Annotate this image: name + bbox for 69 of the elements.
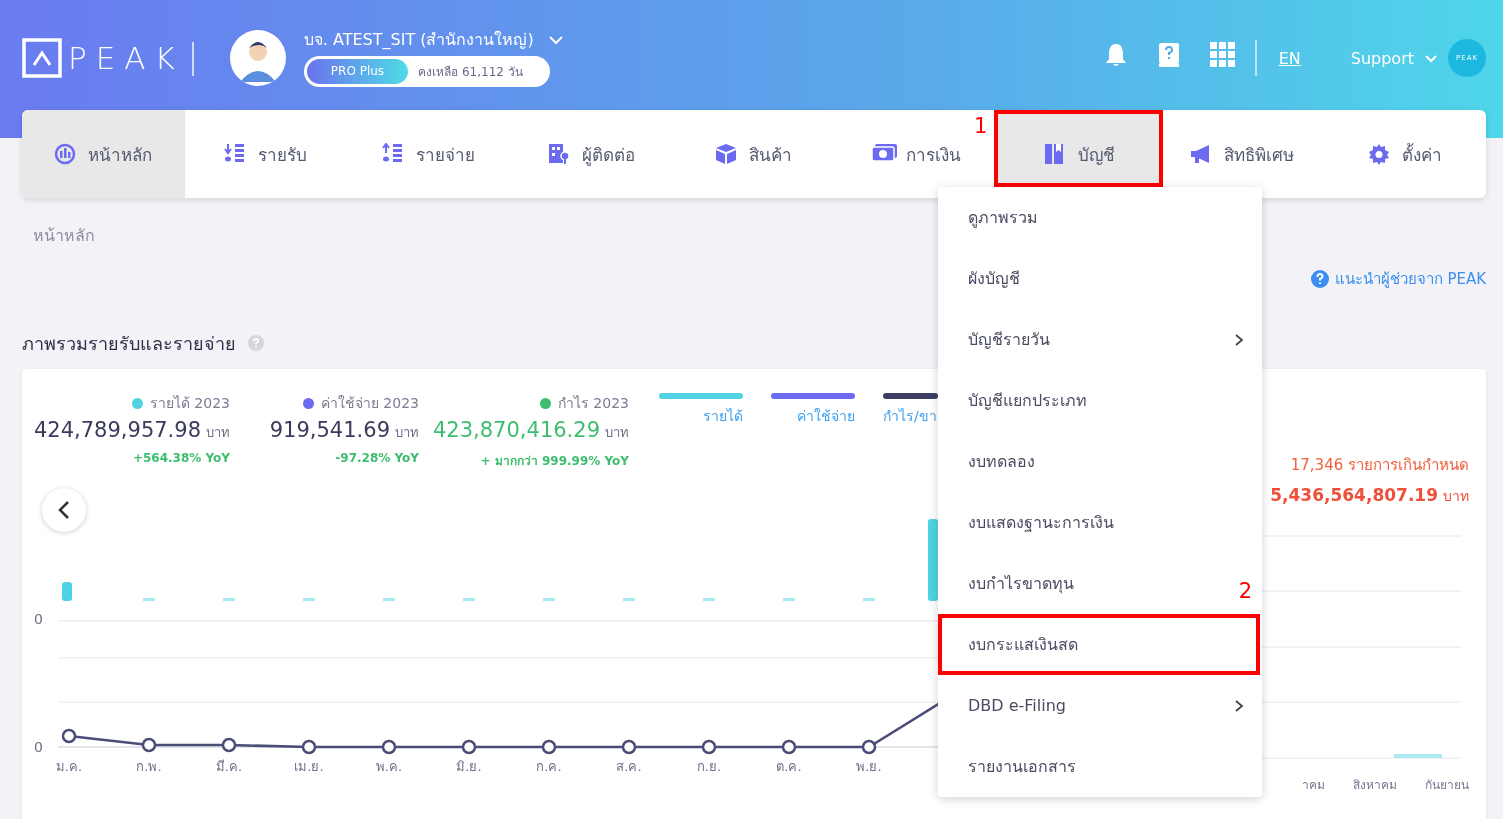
month-label: ก.ค. [536, 759, 562, 774]
annotation-number: 2 [1238, 579, 1252, 603]
yoy-change: + มากกว่า 999.99% YoY [480, 453, 629, 470]
yoy-change: -97.28% YoY [335, 451, 419, 465]
menu-item[interactable]: งบแสดงฐานะการเงิน [968, 510, 1114, 535]
info-icon [248, 335, 264, 351]
nav-tab[interactable]: รายรับ [184, 110, 348, 198]
month-label: ม.ค. [55, 759, 83, 774]
stat-label: ค่าใช้จ่าย 2023 [320, 394, 419, 413]
menu-item[interactable]: ผังบัญชี [968, 266, 1020, 291]
help-book-icon [1156, 42, 1181, 68]
menu-item[interactable]: บัญชีแยกประเภท [968, 388, 1087, 413]
chevron-right-icon [1234, 698, 1244, 713]
logo: PEAK [68, 39, 184, 78]
month-label: สิงหาคม [1353, 777, 1397, 794]
month-label: ก.ย. [696, 759, 722, 774]
chevron-down-icon [1424, 54, 1438, 63]
bell-icon [1103, 42, 1128, 68]
stat-label: กำไร 2023 [557, 394, 629, 413]
menu-item[interactable]: งบกำไรขาดทุน [968, 571, 1074, 596]
axis-label: 0 [34, 739, 43, 755]
currency-unit: บาท [605, 425, 629, 440]
plan-badge: PRO Plus [306, 59, 409, 84]
nav-tab[interactable]: ตั้งค่า [1323, 110, 1486, 198]
month-label: าคม [1302, 777, 1325, 794]
menu-item[interactable]: งบทดลอง [968, 449, 1035, 474]
menu-item[interactable]: DBD e-Filing [968, 696, 1244, 715]
nav-tab[interactable]: รายจ่าย [347, 110, 510, 198]
section-title: ภาพรวมรายรับและรายจ่าย [22, 331, 236, 356]
chevron-left-icon [57, 500, 71, 520]
menu-item[interactable]: รายงานเอกสาร [968, 754, 1076, 779]
month-label: ส.ค. [616, 759, 642, 774]
nav-tab[interactable]: หน้าหลัก [22, 110, 185, 198]
currency-unit: บาท [395, 425, 419, 440]
month-label: ต.ค. [776, 759, 802, 774]
chevron-down-icon [547, 35, 564, 45]
stat-amount: 424,789,957.98 [34, 418, 201, 442]
stat-amount: 919,541.69 [269, 418, 390, 442]
currency-unit: บาท [206, 425, 230, 440]
axis-label: 0 [34, 611, 43, 627]
support-label: Support [1350, 49, 1414, 68]
month-label: ก.พ. [136, 759, 162, 774]
bar [1394, 754, 1442, 758]
chevron-right-icon [1234, 332, 1244, 347]
stat-label: รายได้ 2023 [149, 394, 230, 413]
previous-button[interactable] [42, 488, 86, 532]
menu-item-label: DBD e-Filing [968, 696, 1066, 715]
yoy-change: +564.38% YoY [132, 451, 230, 465]
nav-tab[interactable]: ผู้ติดต่อ [510, 110, 673, 198]
stat-amount: 423,870,416.29 [433, 418, 600, 442]
help-icon [1310, 270, 1329, 288]
month-label: เม.ย. [294, 759, 324, 774]
annotation-number: 1 [974, 114, 988, 138]
logo-icon [22, 38, 62, 78]
month-label: พ.ย. [856, 759, 882, 774]
remaining-days: คงเหลือ 61,112 วัน [418, 62, 523, 81]
month-label: พ.ค. [375, 759, 403, 774]
month-label: กันยายน [1425, 777, 1469, 794]
apps-grid-icon [1209, 42, 1235, 67]
month-label: มี.ค. [215, 759, 243, 774]
currency-unit: บาท [1443, 488, 1469, 504]
overdue-amount: 5,436,564,807.19 [1270, 485, 1438, 505]
nav-tab[interactable]: สินค้า [672, 110, 836, 198]
month-label: มิ.ย. [456, 759, 482, 774]
overdue-count: 17,346 รายการเกินกำหนด [1290, 455, 1469, 476]
menu-item[interactable]: งบกระแสเงินสด [968, 632, 1078, 657]
menu-item[interactable]: บัญชีรายวัน [968, 327, 1244, 352]
menu-item-label: บัญชีรายวัน [968, 329, 1050, 351]
menu-item[interactable]: ดูภาพรวม [968, 205, 1038, 230]
